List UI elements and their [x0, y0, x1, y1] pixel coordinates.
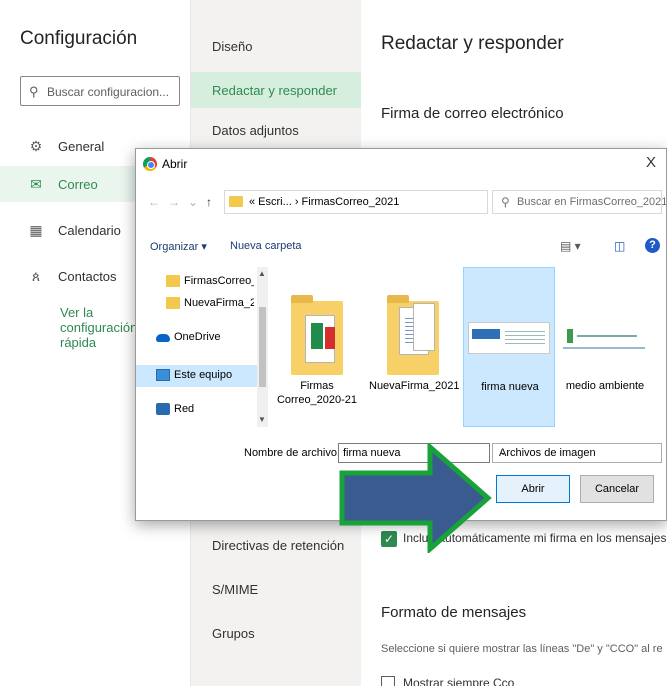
subnav-item-smime[interactable]: S/MIME [191, 571, 361, 607]
filename-label: Nombre de archivo: [244, 447, 340, 459]
file-list: Firmas Correo_2020-21 NuevaFirma_2021 fi… [269, 267, 666, 427]
computer-icon [156, 369, 170, 381]
nav-item-label: Correo [58, 177, 98, 192]
address-row: ← → ⌄ ↑ « Escri... › FirmasCorreo_2021 ⌄… [136, 187, 666, 217]
preview-pane-icon[interactable]: ◫ [614, 239, 625, 253]
nav-item-label: Contactos [58, 269, 117, 284]
dialog-title: Abrir [162, 157, 188, 171]
file-item[interactable]: medio ambiente [559, 267, 651, 427]
chevron-down-icon: ⌄ [499, 447, 508, 458]
organize-menu[interactable]: Organizar ▾ [150, 240, 207, 253]
help-icon[interactable]: ? [645, 238, 660, 253]
settings-title: Configuración [20, 28, 138, 49]
subnav-item-groups[interactable]: Grupos [191, 615, 361, 651]
open-file-dialog: Abrir X ← → ⌄ ↑ « Escri... › FirmasCorre… [135, 148, 667, 521]
dialog-toolbar: Organizar ▾ Nueva carpeta ▤ ▾ ◫ ? [136, 235, 666, 259]
tree-scrollbar[interactable]: ▲ ▼ [257, 267, 268, 427]
include-signature-label: Incluir automáticamente mi firma en los … [403, 531, 667, 545]
file-name: firma nueva [481, 381, 539, 393]
network-icon [156, 403, 170, 415]
settings-search-input[interactable]: ⚲ Buscar configuracion... [20, 76, 180, 106]
mail-icon: ✉ [30, 176, 42, 192]
file-item[interactable]: NuevaFirma_2021 [367, 267, 460, 427]
calendar-icon: ▦ [29, 222, 43, 238]
subnav-label: Redactar y responder [212, 83, 338, 98]
tree-item[interactable]: OneDrive [136, 327, 257, 349]
format-section-title: Formato de mensajes [381, 604, 527, 621]
dialog-titlebar: Abrir X [136, 149, 666, 179]
tree-item-label: Red [174, 403, 195, 415]
file-item[interactable]: Firmas Correo_2020-21 [271, 267, 363, 427]
scroll-up-icon[interactable]: ▲ [258, 269, 266, 278]
format-section-description: Seleccione si quiere mostrar las líneas … [381, 643, 663, 655]
file-type-select[interactable]: Archivos de imagen ⌄ [492, 443, 662, 463]
filename-value: firma nueva [343, 447, 401, 459]
image-thumbnail [563, 325, 645, 349]
new-folder-button[interactable]: Nueva carpeta [230, 240, 302, 252]
subnav-label: Diseño [212, 39, 253, 54]
filename-input[interactable]: firma nueva [338, 443, 490, 463]
search-placeholder: Buscar en FirmasCorreo_2021 [517, 196, 667, 208]
subnav-item-retention[interactable]: Directivas de retención [191, 527, 361, 563]
people-icon: ጰ [31, 268, 41, 284]
tree-item[interactable]: FirmasCorreo_20 [136, 271, 257, 293]
tree-item[interactable]: Este equipo [136, 365, 257, 387]
chrome-icon [143, 157, 157, 171]
tree-item[interactable]: Red [136, 399, 257, 421]
address-bar[interactable]: « Escri... › FirmasCorreo_2021 ⌄ ↻ [224, 190, 569, 215]
subnav-item-compose[interactable]: Redactar y responder [191, 72, 361, 108]
nav-item-label: Calendario [58, 223, 121, 238]
search-icon: ⚲ [29, 84, 39, 99]
back-arrow-icon[interactable]: ← [148, 195, 160, 209]
subnav-item-attachments[interactable]: Datos adjuntos [191, 112, 361, 148]
tree-item[interactable]: NuevaFirma_202 [136, 293, 257, 315]
address-path: « Escri... › FirmasCorreo_2021 [249, 196, 400, 208]
search-icon: ⚲ [501, 195, 510, 209]
close-icon[interactable]: X [646, 154, 656, 171]
subnav-label: Directivas de retención [212, 538, 345, 553]
show-cc-checkbox[interactable] [381, 676, 395, 686]
open-button[interactable]: Abrir [496, 475, 570, 503]
search-placeholder: Buscar configuracion... [47, 85, 170, 99]
folder-search-input[interactable]: ⚲ Buscar en FirmasCorreo_2021 [492, 190, 666, 214]
image-thumbnail [468, 322, 550, 354]
gear-icon: ⚙ [29, 138, 43, 154]
nav-item-label: General [58, 139, 105, 154]
view-options-icon[interactable]: ▤ ▾ [560, 239, 581, 253]
subnav-label: Datos adjuntos [212, 123, 299, 138]
subnav-item-layout[interactable]: Diseño [191, 28, 361, 64]
page-title: Redactar y responder [381, 33, 564, 54]
filename-row: Nombre de archivo: firma nueva ⌄ Archivo… [136, 441, 666, 465]
file-name: medio ambiente [565, 380, 645, 392]
file-item-selected[interactable]: firma nueva [463, 267, 555, 427]
up-arrow-icon[interactable]: ↑ [206, 195, 212, 209]
folder-icon [229, 196, 243, 207]
forward-arrow-icon[interactable]: → [168, 195, 180, 209]
cloud-icon [156, 334, 170, 342]
cancel-button[interactable]: Cancelar [580, 475, 654, 503]
folder-icon [166, 297, 180, 309]
tree-item-label: FirmasCorreo_20 [184, 275, 254, 287]
scroll-down-icon[interactable]: ▼ [258, 415, 266, 424]
navigation-pane: FirmasCorreo_20 NuevaFirma_202 OneDrive … [136, 267, 268, 427]
folder-icon [379, 281, 445, 375]
section-title: Firma de correo electrónico [381, 105, 564, 122]
tree-item-label: OneDrive [174, 331, 221, 343]
tree-item-label: NuevaFirma_202 [184, 297, 254, 309]
file-name: NuevaFirma_2021 [369, 380, 460, 392]
file-name: Firmas Correo_2020-21 [276, 380, 358, 406]
subnav-label: S/MIME [212, 582, 259, 597]
show-cc-label: Mostrar siempre Cco [403, 676, 515, 686]
folder-icon [166, 275, 180, 287]
folder-icon [283, 281, 349, 375]
subnav-label: Grupos [212, 626, 255, 641]
scroll-thumb[interactable] [259, 307, 266, 387]
tree-item-label: Este equipo [174, 369, 233, 381]
include-signature-checkbox[interactable]: ✓ [381, 531, 397, 547]
recent-chevron-icon[interactable]: ⌄ [188, 195, 198, 209]
